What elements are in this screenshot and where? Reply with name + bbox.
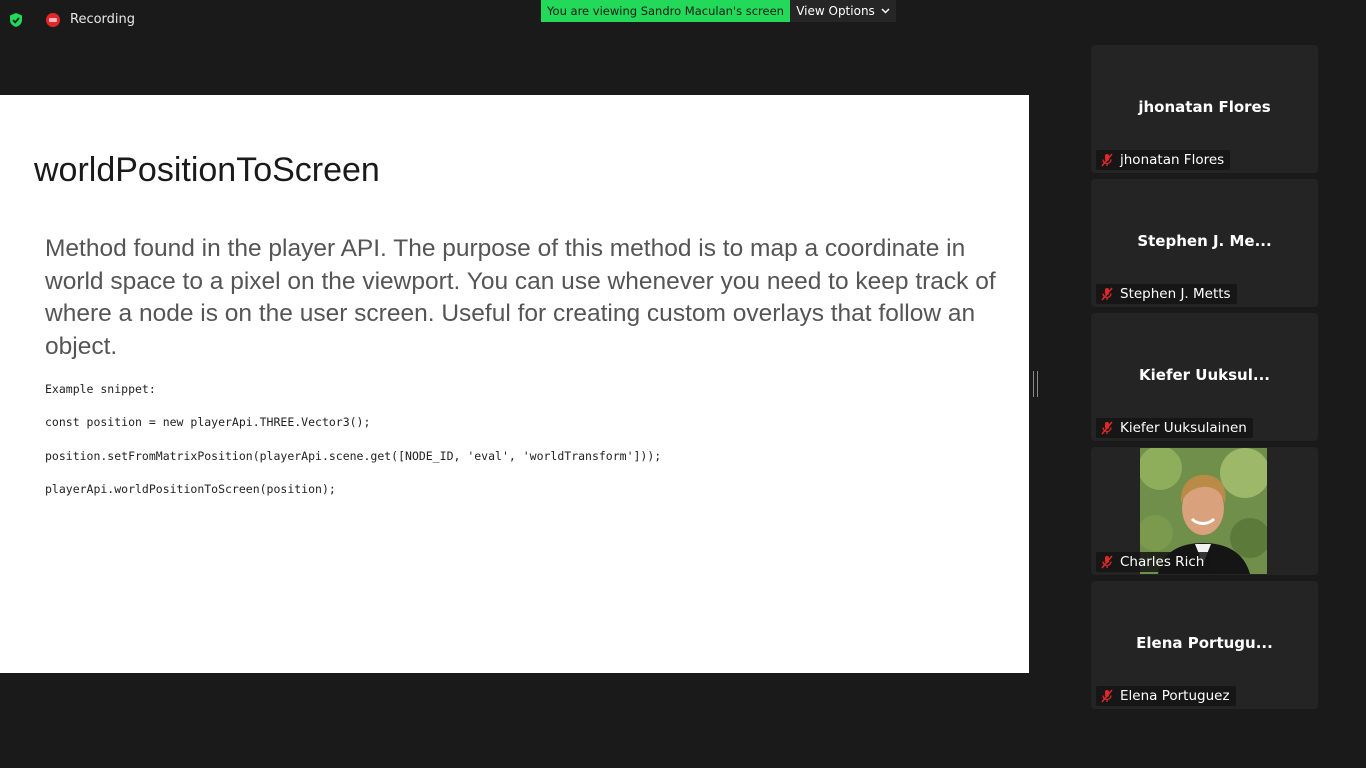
code-line: playerApi.worldPositionToScreen(position… [45, 482, 336, 496]
participant-label-text: Stephen J. Metts [1120, 286, 1231, 302]
participant-name-label: jhonatan Flores [1096, 150, 1231, 170]
participant-label-text: Kiefer Uuksulainen [1120, 420, 1247, 436]
code-line: Example snippet: [45, 382, 156, 396]
participant-name-label: Charles Rich [1096, 552, 1211, 572]
participant-display-name: Kiefer Uuksul... [1139, 366, 1270, 384]
participant-label-text: Charles Rich [1120, 554, 1205, 570]
participant-label-text: jhonatan Flores [1120, 152, 1225, 168]
recording-indicator[interactable]: Recording [46, 12, 135, 27]
participant-tile-video[interactable]: Charles Rich [1091, 447, 1318, 575]
view-options-label: View Options [796, 4, 875, 18]
participant-name-label: Stephen J. Metts [1096, 284, 1237, 304]
participant-display-name: Stephen J. Me... [1137, 232, 1272, 250]
participant-name-label: Kiefer Uuksulainen [1096, 418, 1253, 438]
participant-label-text: Elena Portuguez [1120, 688, 1230, 704]
code-line: position.setFromMatrixPosition(playerApi… [45, 449, 662, 463]
security-shield-icon[interactable] [8, 12, 24, 28]
microphone-muted-icon [1101, 689, 1113, 703]
meeting-top-bar: Recording You are viewing Sandro Maculan… [0, 0, 1366, 44]
viewing-screen-banner: You are viewing Sandro Maculan's screen [541, 0, 790, 22]
recording-icon [46, 12, 60, 27]
participant-display-name: jhonatan Flores [1138, 98, 1271, 116]
microphone-muted-icon [1101, 287, 1113, 301]
microphone-muted-icon [1101, 421, 1113, 435]
participant-tile[interactable]: Stephen J. Me... Stephen J. Metts [1091, 179, 1318, 307]
panel-resize-handle[interactable] [1033, 371, 1038, 397]
recording-label: Recording [70, 12, 136, 27]
slide-body-text: Method found in the player API. The purp… [45, 235, 996, 360]
code-line: const position = new playerApi.THREE.Vec… [45, 415, 371, 429]
participant-tile[interactable]: Elena Portugu... Elena Portuguez [1091, 581, 1318, 709]
participant-tile[interactable]: jhonatan Flores jhonatan Flores [1091, 45, 1318, 173]
view-options-button[interactable]: View Options [790, 0, 896, 22]
shared-screen-slide: worldPositionToScreen Method found in th… [0, 95, 1029, 673]
participant-display-name: Elena Portugu... [1136, 634, 1273, 652]
participant-name-label: Elena Portuguez [1096, 686, 1236, 706]
slide-title: worldPositionToScreen [34, 151, 380, 189]
microphone-muted-icon [1101, 153, 1113, 167]
chevron-down-icon [881, 8, 890, 14]
participant-tile[interactable]: Kiefer Uuksul... Kiefer Uuksulainen [1091, 313, 1318, 441]
microphone-muted-icon [1101, 555, 1113, 569]
